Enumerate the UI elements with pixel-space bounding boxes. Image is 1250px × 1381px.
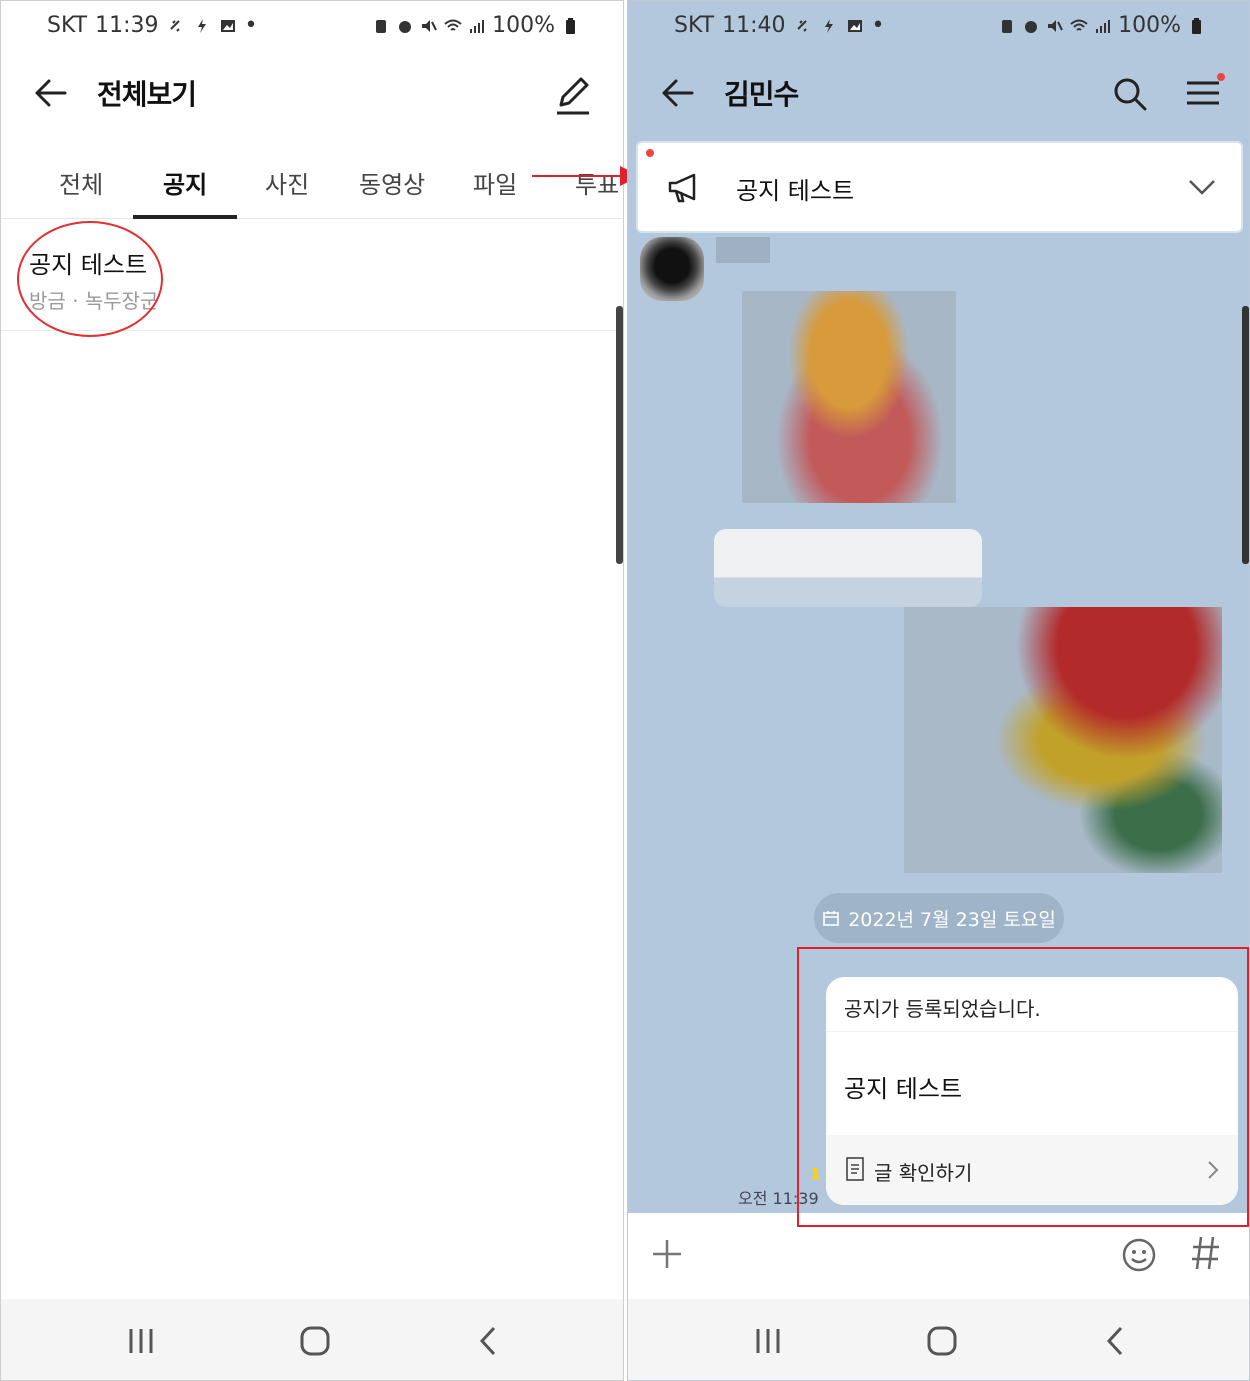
tab-notice[interactable]: 공지 xyxy=(163,165,207,200)
mute-icon xyxy=(422,19,437,32)
edit-pencil-icon[interactable] xyxy=(551,71,593,117)
battery-level: 100% xyxy=(1118,13,1181,38)
battery-icon xyxy=(1192,17,1201,34)
tab-file[interactable]: 파일 xyxy=(473,165,517,200)
signal-icon xyxy=(470,19,485,33)
plus-icon[interactable] xyxy=(650,1237,684,1271)
image-icon xyxy=(847,19,862,32)
emoji-icon[interactable] xyxy=(1121,1237,1157,1273)
annotation-highlight-box xyxy=(797,947,1249,1227)
battery-saver-icon xyxy=(376,19,387,33)
home-icon[interactable] xyxy=(920,1319,964,1363)
link-icon xyxy=(169,19,180,32)
wifi-icon xyxy=(1070,19,1088,31)
battery-saver-icon xyxy=(1002,19,1013,33)
app-bar: 전체보기 xyxy=(1,61,623,127)
new-badge-dot xyxy=(646,149,654,157)
tab-all[interactable]: 전체 xyxy=(59,165,103,200)
annotation-arrow xyxy=(532,166,640,186)
signal-icon xyxy=(1096,19,1111,33)
tab-bar: 전체 공지 사진 동영상 파일 투표 xyxy=(1,151,623,219)
alarm-icon xyxy=(1025,20,1038,33)
home-icon[interactable] xyxy=(293,1319,337,1363)
carrier: SKT xyxy=(47,13,88,38)
flash-off-icon xyxy=(824,18,833,33)
annotation-circle xyxy=(17,221,163,337)
back-arrow-icon[interactable] xyxy=(31,75,71,111)
link-icon xyxy=(796,19,807,32)
clock: 11:39 xyxy=(95,13,159,38)
notification-dot: • xyxy=(871,13,885,38)
nav-back-icon[interactable] xyxy=(467,1319,511,1363)
recent-apps-icon[interactable] xyxy=(746,1319,790,1363)
left-screen: SKT 11:39 • 100% 전체보기 전체 공지 사진 동영상 파일 투표 xyxy=(0,0,624,1381)
banner-notice-text: 공지 테스트 xyxy=(736,177,855,205)
status-bar: SKT 11:39 • 100% xyxy=(1,1,623,55)
status-bar: SKT 11:40 • 100% xyxy=(628,1,1249,55)
new-badge-dot xyxy=(1217,73,1225,81)
chat-title: 김민수 xyxy=(724,78,799,111)
menu-icon[interactable] xyxy=(1183,75,1223,111)
battery-icon xyxy=(566,17,575,34)
calendar-icon xyxy=(823,911,839,926)
page-title: 전체보기 xyxy=(97,78,197,111)
megaphone-icon xyxy=(668,173,696,203)
carrier: SKT xyxy=(674,13,715,38)
scrollbar[interactable] xyxy=(1242,306,1249,564)
scrollbar[interactable] xyxy=(616,306,623,564)
notice-banner[interactable]: 공지 테스트 xyxy=(638,143,1241,231)
recent-apps-icon[interactable] xyxy=(119,1319,163,1363)
battery-level: 100% xyxy=(492,13,555,38)
wifi-icon xyxy=(444,19,462,31)
system-nav-bar xyxy=(628,1299,1249,1380)
chevron-down-icon[interactable] xyxy=(1187,177,1217,197)
blurred-image-received xyxy=(742,291,956,503)
flash-off-icon xyxy=(197,18,206,33)
date-divider: 2022년 7월 23일 토요일 xyxy=(814,893,1064,943)
date-text: 2022년 7월 23일 토요일 xyxy=(848,908,1056,931)
notification-dot: • xyxy=(244,13,258,38)
nav-back-icon[interactable] xyxy=(1094,1319,1138,1363)
blurred-name xyxy=(716,237,770,263)
blurred-message xyxy=(714,529,982,607)
blurred-image-sent xyxy=(904,607,1222,873)
alarm-icon xyxy=(399,20,412,33)
chat-app-bar: 김민수 xyxy=(628,61,1249,127)
mute-icon xyxy=(1048,19,1063,32)
search-icon[interactable] xyxy=(1111,75,1149,113)
back-arrow-icon[interactable] xyxy=(658,75,698,111)
tab-video[interactable]: 동영상 xyxy=(359,165,425,200)
system-nav-bar xyxy=(1,1299,623,1380)
avatar[interactable] xyxy=(640,237,704,301)
hashtag-icon[interactable] xyxy=(1189,1233,1223,1273)
active-tab-indicator xyxy=(133,215,237,219)
tab-photo[interactable]: 사진 xyxy=(265,165,309,200)
clock: 11:40 xyxy=(722,13,786,38)
image-icon xyxy=(220,19,235,32)
